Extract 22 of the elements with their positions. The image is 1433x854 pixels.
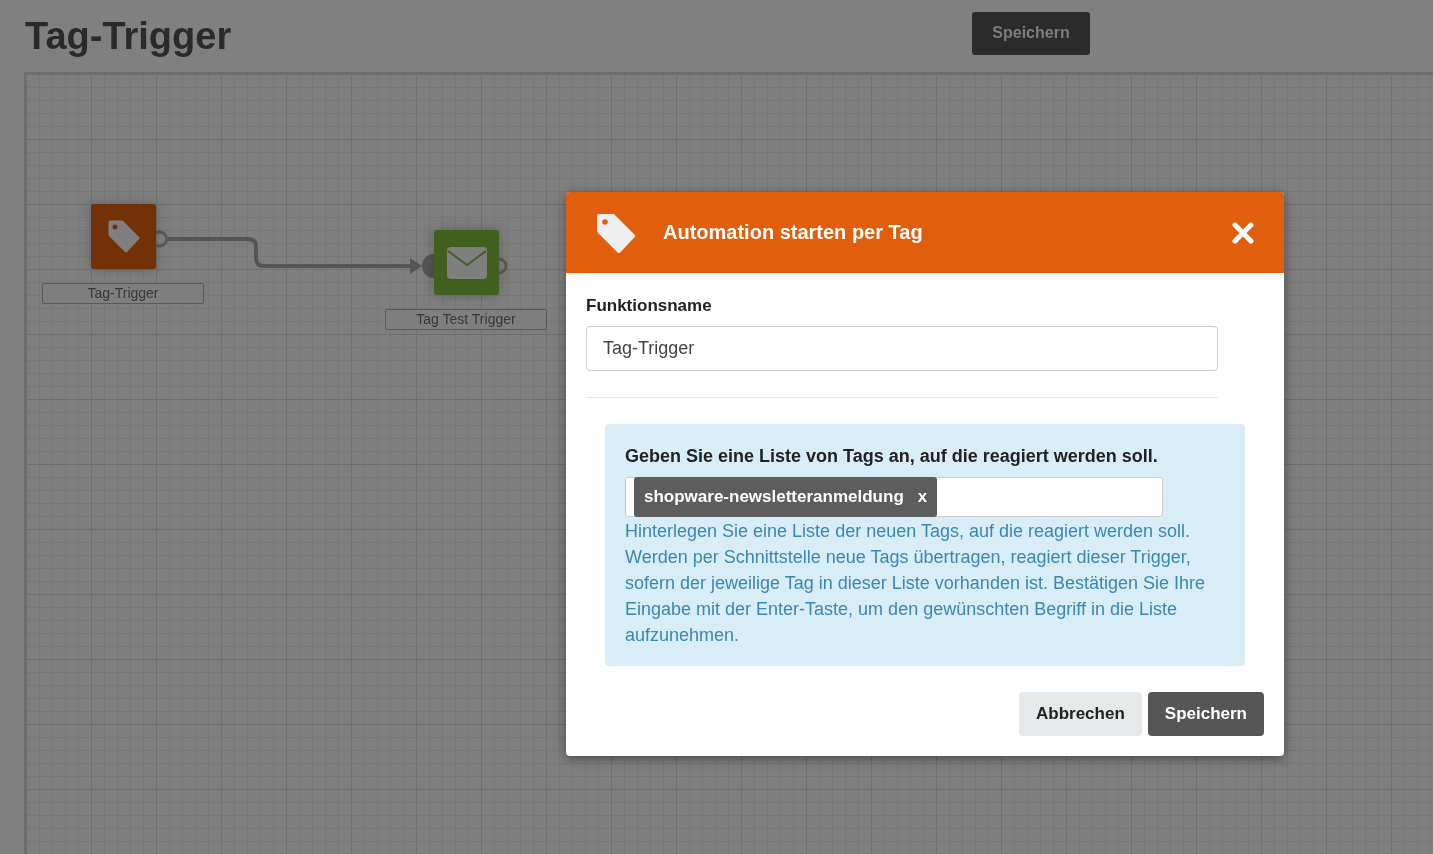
node-label: Tag Test Trigger <box>385 309 547 330</box>
tag-icon <box>596 212 636 253</box>
close-icon[interactable] <box>1232 221 1254 244</box>
field-label: Funktionsname <box>586 296 713 316</box>
node-label: Tag-Trigger <box>42 283 204 304</box>
dialog-title: Automation starten per Tag <box>663 221 924 244</box>
output-port[interactable] <box>498 257 508 275</box>
tag-label: shopware-newsletteranmeldung <box>644 487 904 507</box>
cancel-button[interactable]: Abbrechen <box>1019 692 1142 736</box>
save-button[interactable]: Speichern <box>1147 692 1264 736</box>
remove-tag-button[interactable]: x <box>917 487 928 507</box>
output-port[interactable] <box>155 230 169 248</box>
workflow-node[interactable] <box>434 230 499 295</box>
workflow-node[interactable] <box>91 204 156 269</box>
help-text: Hinterlegen Sie eine Liste der neuen Tags, auf die reagiert werden soll. Werden per Schnittstelle neue Tags übertragen, reagiert dieser Trigger, sofern der jeweilige Tag in dieser Liste vorhanden ist. Bestätigen Sie Ihre Eingabe mit der Enter-Taste, um den gewünschten Begriff in die Liste aufzunehmen. <box>625 520 1206 647</box>
info-heading: Geben Sie eine Liste von Tags an, auf die reagiert werden soll. <box>625 446 1159 467</box>
input-port[interactable] <box>422 254 434 278</box>
envelope-icon <box>446 246 487 279</box>
page-title: Tag-Trigger <box>25 14 233 58</box>
function-name-field[interactable]: Tag-Trigger <box>586 326 1218 371</box>
tag-input-field[interactable]: shopware-newsletteranmeldung x <box>625 477 1163 517</box>
tag-icon <box>107 219 140 254</box>
